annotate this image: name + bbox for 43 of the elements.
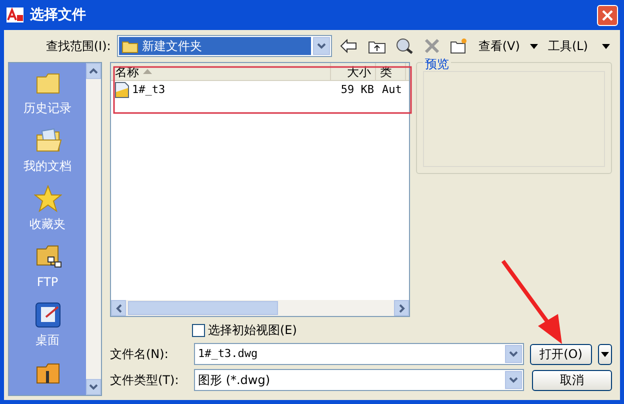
chevron-down-icon [509, 351, 518, 357]
file-type-label: 文件类型(T): [110, 372, 180, 389]
chevron-up-icon [89, 68, 98, 74]
cancel-button[interactable]: 取消 [532, 370, 612, 390]
chevron-right-icon [398, 304, 404, 312]
star-icon [34, 185, 62, 213]
column-header[interactable]: 大小 [331, 63, 376, 80]
app-logo-icon [6, 7, 24, 23]
look-in-label: 查找范围(I): [44, 38, 111, 55]
close-icon [602, 10, 613, 20]
chevron-down-icon [317, 43, 326, 49]
file-name-label: 文件名(N): [110, 346, 170, 363]
caret-down-icon [602, 44, 610, 48]
initial-view-checkbox[interactable] [192, 324, 205, 336]
scroll-left-button[interactable] [111, 300, 126, 316]
file-name[interactable]: 1#_t3 [132, 82, 166, 98]
scroll-right-button[interactable] [394, 300, 409, 316]
tools-menu-button[interactable]: 工具(L) [546, 37, 612, 55]
file-name-field[interactable]: 1#_t3.dwg [194, 343, 524, 365]
file-type: Aut [381, 82, 403, 98]
scroll-down-button[interactable] [86, 379, 101, 395]
drawing-file-icon [115, 82, 129, 98]
file-size: 59 KB [340, 82, 375, 98]
chevron-down-icon [89, 384, 98, 390]
initial-view-label: 选择初始视图(E) [208, 322, 297, 339]
column-header[interactable]: 名称 [111, 63, 331, 80]
chevron-down-icon [509, 377, 518, 383]
desktop-icon [34, 301, 62, 329]
caret-down-icon [530, 44, 538, 48]
view-menu-button[interactable]: 查看(V) [476, 37, 540, 55]
scroll-up-button[interactable] [86, 63, 101, 79]
open-button[interactable]: 打开(O) [530, 344, 592, 364]
chevron-left-icon [116, 304, 122, 312]
look-in-dropdown[interactable]: 新建文件夹 [116, 35, 332, 57]
preview-label: 预览 [423, 55, 451, 73]
caret-down-icon [601, 352, 609, 356]
close-button[interactable] [597, 4, 618, 26]
file-type-dropdown[interactable]: 图形 (*.dwg) [194, 369, 524, 391]
scrollbar-thumb[interactable] [128, 301, 278, 315]
open-options-button[interactable] [598, 344, 612, 364]
folder-icon [122, 40, 138, 52]
up-folder-button[interactable] [366, 38, 388, 54]
window-title: 选择文件 [30, 6, 86, 24]
